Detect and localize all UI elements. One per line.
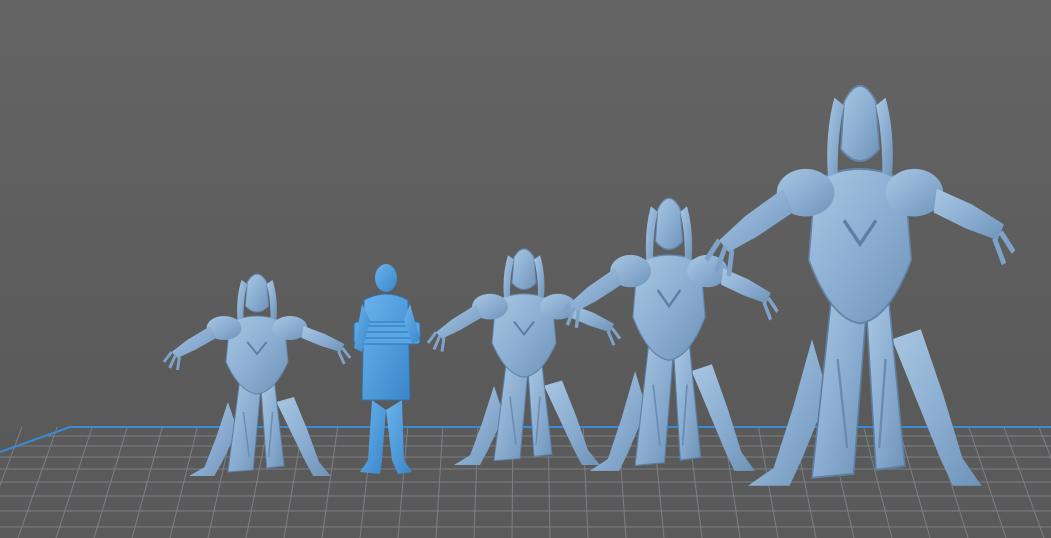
3d-viewport[interactable] [0,0,1051,538]
scene[interactable] [0,0,1051,538]
